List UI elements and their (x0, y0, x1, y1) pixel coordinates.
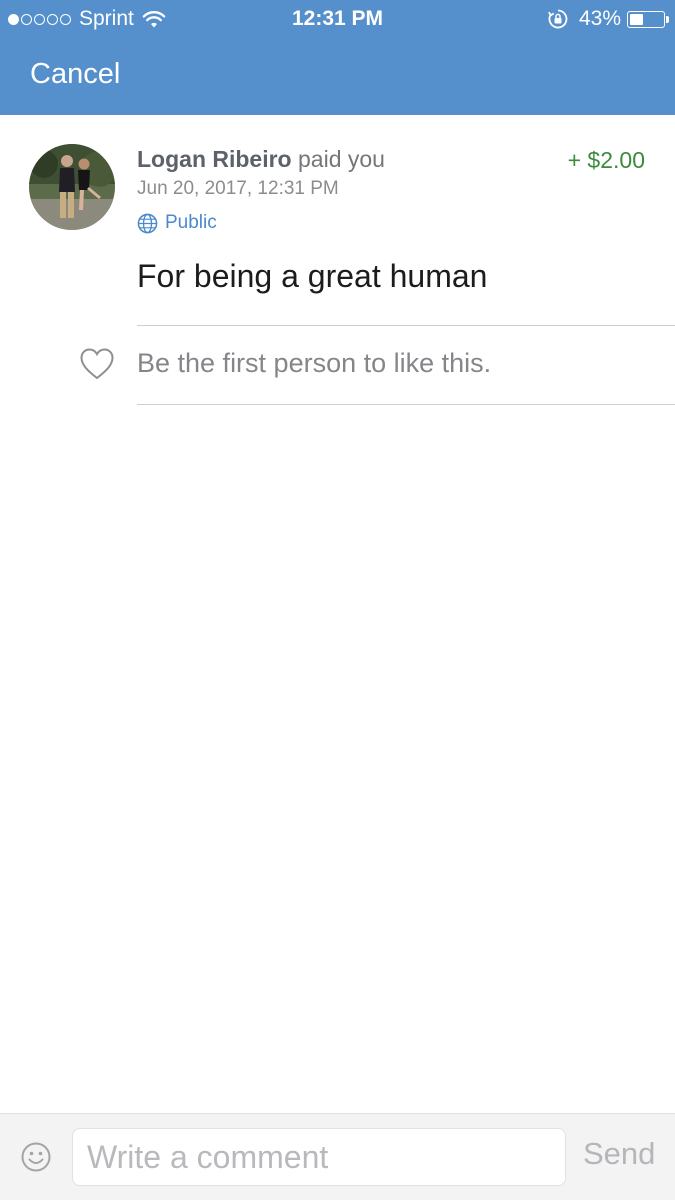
payment-detail-screen: Sprint 12:31 PM 43% Cancel Logan Ribeiro… (0, 0, 675, 1200)
battery-icon (627, 10, 669, 28)
top-navigation-bar: Sprint 12:31 PM 43% Cancel (0, 0, 675, 115)
payment-action: paid you (298, 146, 385, 172)
emoji-icon[interactable] (20, 1141, 52, 1173)
payment-summary: Logan Ribeiro paid you (137, 146, 385, 173)
signal-strength-icon (8, 13, 71, 25)
avatar[interactable] (29, 144, 115, 230)
divider (137, 404, 675, 405)
rotation-lock-icon (548, 9, 568, 29)
divider (137, 325, 675, 326)
heart-icon[interactable] (79, 347, 115, 381)
battery-percentage: 43% (578, 7, 621, 30)
comment-bar: Send (0, 1113, 675, 1200)
privacy-setting: Public (137, 212, 217, 234)
comment-input[interactable] (72, 1128, 566, 1186)
cancel-button[interactable]: Cancel (30, 58, 120, 91)
carrier-name: Sprint (79, 7, 134, 30)
status-bar: Sprint 12:31 PM 43% (0, 0, 675, 40)
payment-note: For being a great human (137, 258, 488, 294)
globe-icon (137, 213, 158, 233)
like-prompt: Be the first person to like this. (137, 348, 492, 378)
status-right: 43% (547, 7, 669, 31)
payer-name[interactable]: Logan Ribeiro (137, 146, 292, 172)
send-button[interactable]: Send (583, 1136, 655, 1172)
payment-amount: + $2.00 (567, 147, 645, 173)
battery-level-fill (630, 13, 644, 25)
payment-date: Jun 20, 2017, 12:31 PM (137, 178, 339, 199)
wifi-icon (142, 11, 166, 28)
status-left: Sprint (8, 7, 166, 31)
privacy-label: Public (165, 212, 217, 233)
